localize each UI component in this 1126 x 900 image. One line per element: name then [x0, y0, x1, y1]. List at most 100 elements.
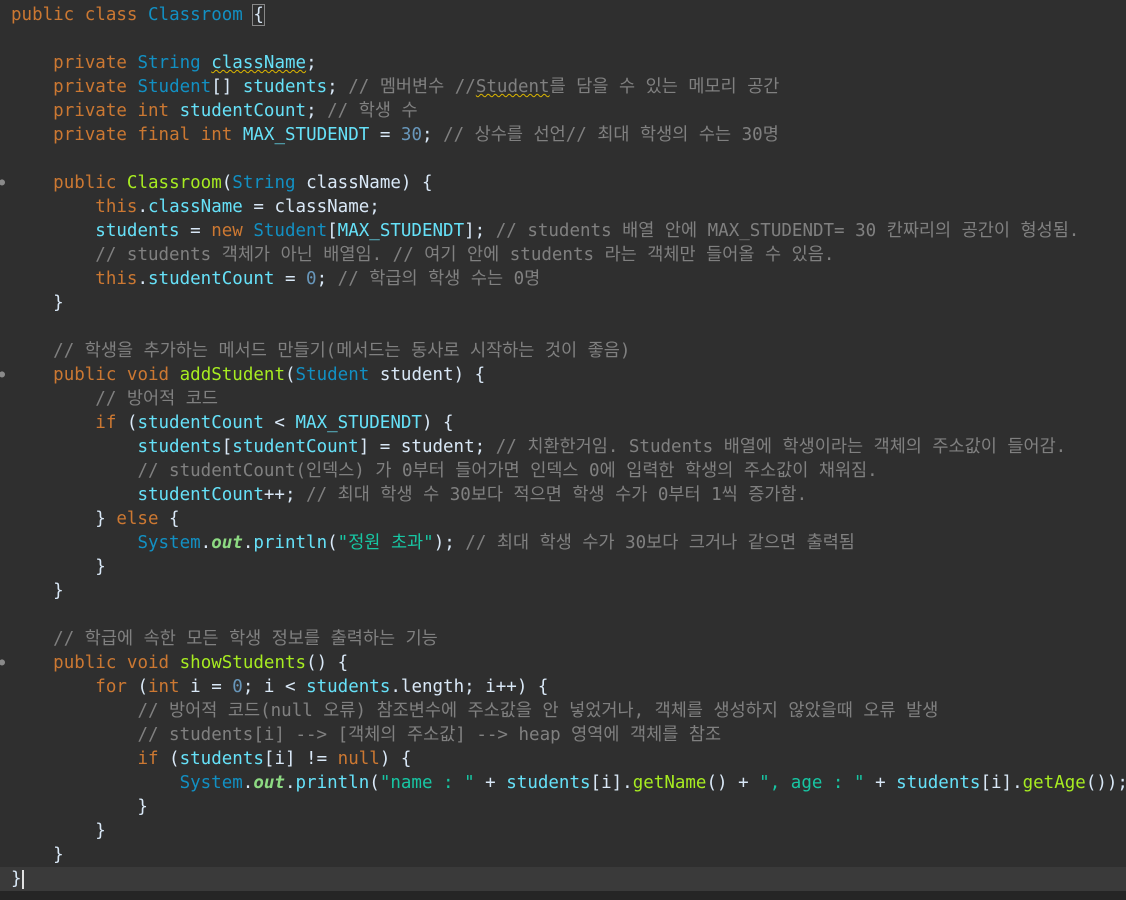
- code-text: students[studentCount] = student; // 치환한…: [11, 435, 1066, 459]
- code-text: }: [11, 843, 64, 867]
- code-token: }: [11, 797, 148, 817]
- code-line[interactable]: studentCount++; // 최대 학생 수 30보다 적으면 학생 수…: [0, 483, 1126, 507]
- code-text: private final int MAX_STUDENDT = 30; // …: [11, 123, 779, 147]
- code-token: () +: [706, 773, 760, 793]
- fold-marker-icon[interactable]: ●: [0, 171, 5, 195]
- code-token: Student: [253, 221, 328, 241]
- code-token: "정원 초과": [337, 533, 434, 553]
- code-token: =: [274, 269, 307, 289]
- code-line[interactable]: }: [0, 819, 1126, 843]
- code-token: public: [53, 653, 117, 673]
- code-text: }: [11, 555, 106, 579]
- code-editor[interactable]: public class Classroom { private String …: [0, 0, 1126, 900]
- code-token: void: [126, 653, 170, 673]
- code-token: if: [137, 749, 159, 769]
- code-line[interactable]: }: [0, 795, 1126, 819]
- code-token: students: [95, 221, 180, 241]
- code-text: private String className;: [11, 51, 316, 75]
- code-token: 를 담을 수 있는 메모리 공간: [549, 77, 780, 97]
- code-token: (: [158, 749, 180, 769]
- code-line[interactable]: students[studentCount] = student; // 치환한…: [0, 435, 1126, 459]
- code-token: className: [274, 197, 370, 217]
- code-token: println: [253, 533, 328, 553]
- code-token: students: [179, 749, 264, 769]
- fold-marker-icon[interactable]: ●: [0, 363, 5, 387]
- code-line[interactable]: System.out.println("정원 초과"); // 최대 학생 수가…: [0, 531, 1126, 555]
- code-line[interactable]: if (studentCount < MAX_STUDENDT) {: [0, 411, 1126, 435]
- code-line[interactable]: }: [0, 555, 1126, 579]
- horizontal-scrollbar[interactable]: [0, 891, 1126, 900]
- code-text: public class Classroom {: [11, 3, 265, 27]
- code-text: // 방어적 코드(null 오류) 참조변수에 주소값을 안 넣었거나, 객체…: [11, 699, 938, 723]
- code-line[interactable]: // studentCount(인덱스) 가 0부터 들어가면 인덱스 0에 입…: [0, 459, 1126, 483]
- code-line[interactable]: }: [0, 843, 1126, 867]
- code-line[interactable]: // 방어적 코드: [0, 387, 1126, 411]
- code-line[interactable]: ● public void addStudent(Student student…: [0, 363, 1126, 387]
- code-token: private: [53, 53, 127, 73]
- code-line[interactable]: [0, 315, 1126, 339]
- code-text: // 학생을 추가하는 메서드 만들기(메서드는 동사로 시작하는 것이 좋음): [11, 339, 630, 363]
- code-line[interactable]: }: [0, 867, 1126, 891]
- code-line[interactable]: // students[i] --> [객체의 주소값] --> heap 영역…: [0, 723, 1126, 747]
- code-line[interactable]: [0, 603, 1126, 627]
- code-token: (: [116, 413, 138, 433]
- code-line[interactable]: // 학급에 속한 모든 학생 정보를 출력하는 기능: [0, 627, 1126, 651]
- code-line[interactable]: this.studentCount = 0; // 학급의 학생 수는 0명: [0, 267, 1126, 291]
- code-token: showStudents: [179, 653, 307, 673]
- code-token: // 학급의 학생 수는 0명: [337, 269, 541, 289]
- code-token: students: [506, 773, 591, 793]
- code-line[interactable]: private String className;: [0, 51, 1126, 75]
- code-token: .: [137, 269, 148, 289]
- code-token: }: [11, 581, 64, 601]
- code-line[interactable]: for (int i = 0; i < students.length; i++…: [0, 675, 1126, 699]
- code-token: }: [11, 509, 117, 529]
- code-line[interactable]: } else {: [0, 507, 1126, 531]
- code-line[interactable]: }: [0, 291, 1126, 315]
- code-line[interactable]: // students 객체가 아닌 배열임. // 여기 안에 student…: [0, 243, 1126, 267]
- code-line[interactable]: // 학생을 추가하는 메서드 만들기(메서드는 동사로 시작하는 것이 좋음): [0, 339, 1126, 363]
- code-line[interactable]: [0, 147, 1126, 171]
- code-token: =: [179, 221, 212, 241]
- code-token: i: [990, 773, 1002, 793]
- code-line[interactable]: System.out.println("name : " + students[…: [0, 771, 1126, 795]
- code-line[interactable]: public class Classroom {: [0, 3, 1126, 27]
- code-token: studentCount: [179, 101, 307, 121]
- code-line[interactable]: private final int MAX_STUDENDT = 30; // …: [0, 123, 1126, 147]
- code-token: System: [179, 773, 243, 793]
- code-line[interactable]: this.className = className;: [0, 195, 1126, 219]
- code-token: for: [95, 677, 127, 697]
- code-line[interactable]: ● public void showStudents() {: [0, 651, 1126, 675]
- code-text: private Student[] students; // 멤버변수 //St…: [11, 75, 779, 99]
- code-token: Classroom: [148, 5, 243, 25]
- code-token: <: [263, 413, 296, 433]
- fold-marker-icon[interactable]: ●: [0, 651, 5, 675]
- code-line[interactable]: private int studentCount; // 학생 수: [0, 99, 1126, 123]
- code-line[interactable]: ● public Classroom(String className) {: [0, 171, 1126, 195]
- code-line[interactable]: if (students[i] != null) {: [0, 747, 1126, 771]
- code-line[interactable]: private Student[] students; // 멤버변수 //St…: [0, 75, 1126, 99]
- code-line[interactable]: students = new Student[MAX_STUDENDT]; //…: [0, 219, 1126, 243]
- code-token: 0: [232, 677, 243, 697]
- code-token: {: [252, 4, 265, 26]
- code-token: // studentCount(인덱스) 가 0부터 들어가면 인덱스 0에 입…: [137, 461, 878, 481]
- code-token: System: [137, 533, 201, 553]
- code-token: // 방어적 코드(null 오류) 참조변수에 주소값을 안 넣었거나, 객체…: [137, 701, 939, 721]
- code-line[interactable]: }: [0, 579, 1126, 603]
- code-line[interactable]: // 방어적 코드(null 오류) 참조변수에 주소값을 안 넣었거나, 객체…: [0, 699, 1126, 723]
- code-line[interactable]: [0, 27, 1126, 51]
- code-token: student: [379, 365, 454, 385]
